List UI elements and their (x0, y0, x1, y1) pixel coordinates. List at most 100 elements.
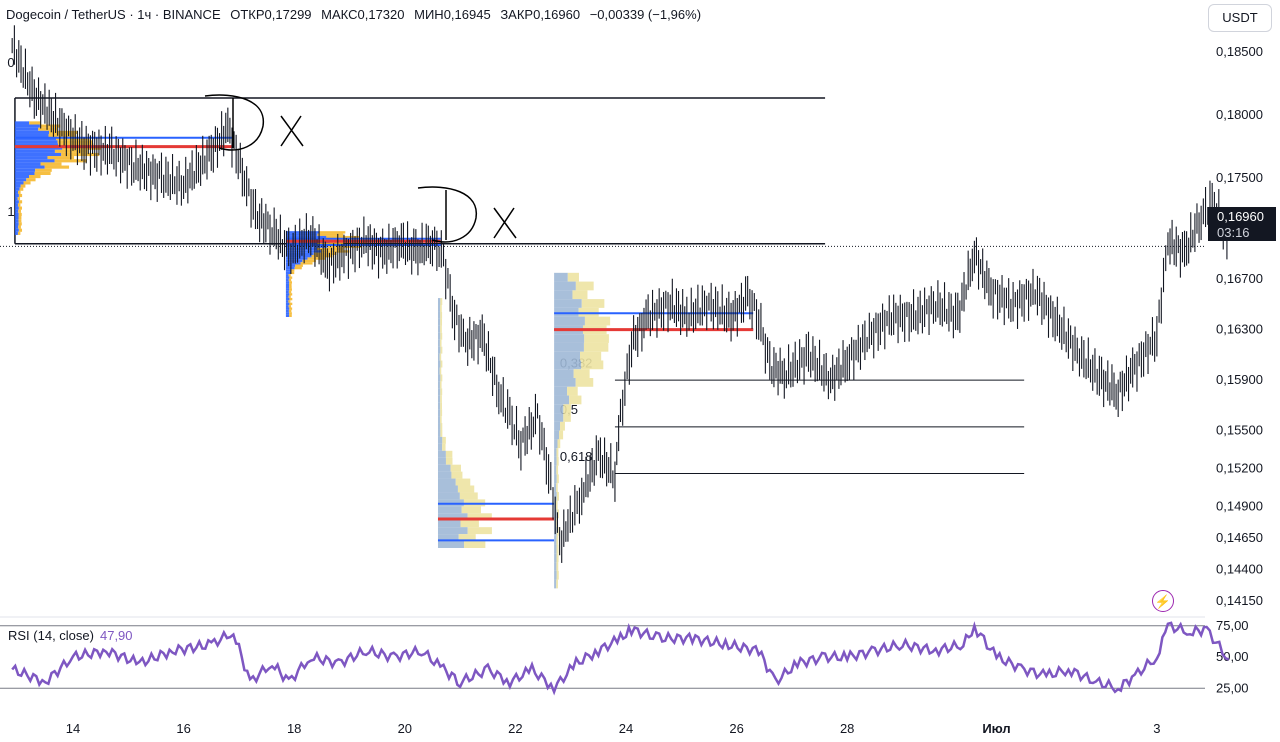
fib-label: 0 (7, 55, 14, 70)
profile-bar (584, 334, 609, 343)
profile-bar (437, 332, 441, 340)
y-tick-label: 0,18000 (1216, 107, 1263, 122)
profile-bar (18, 190, 21, 194)
profile-bar (285, 290, 289, 294)
x-tick-label: 3 (1153, 721, 1160, 736)
profile-bar (554, 570, 557, 580)
y-tick-label: 0,15200 (1216, 460, 1263, 475)
profile-bar (20, 184, 26, 188)
profile-bar (437, 339, 440, 347)
profile-bar (18, 193, 23, 198)
profile-bar (17, 197, 21, 201)
profile-bar (34, 171, 51, 175)
profile-bar (440, 395, 442, 403)
low-value: МИН0,16945 (414, 7, 491, 22)
profile-bar (18, 200, 23, 204)
profile-bar (14, 178, 27, 182)
profile-bar (14, 130, 50, 134)
profile-bar (289, 288, 292, 291)
profile-bar (285, 281, 290, 284)
profile-bar (318, 231, 346, 234)
profile-bar (556, 544, 559, 554)
profile-bar (554, 430, 560, 440)
profile-bar (569, 395, 582, 405)
profile-bar (14, 222, 19, 226)
profile-bar (440, 332, 443, 340)
profile-bar (294, 266, 302, 270)
currency-button[interactable]: USDT (1208, 4, 1272, 32)
profile-bar (440, 311, 443, 319)
lightning-icon[interactable]: ⚡ (1152, 590, 1174, 612)
profile-bar (14, 212, 19, 217)
profile-bar (455, 478, 471, 486)
profile-bar (285, 309, 289, 313)
y-tick-label: 0,14900 (1216, 498, 1263, 513)
profile-bar (18, 222, 22, 226)
profile-bar (554, 386, 568, 396)
profile-bar (14, 162, 41, 166)
profile-bar (554, 378, 576, 387)
profile-bar (18, 206, 23, 210)
profile-bar (285, 305, 289, 308)
profile-bar (554, 316, 585, 326)
profile-bar (437, 520, 461, 528)
profile-bar (442, 436, 446, 444)
profile-bar (437, 318, 441, 326)
profile-bar (437, 457, 446, 465)
profile-bar (567, 386, 578, 396)
profile-bar (285, 293, 290, 296)
profile-bar (14, 203, 18, 207)
profile-bar (14, 121, 30, 125)
profile-bar (554, 448, 557, 457)
profile-bar (581, 299, 605, 308)
profile-bar (285, 307, 290, 310)
profile-bar (450, 464, 461, 472)
profile-bar (581, 360, 604, 370)
profile-bar (440, 374, 443, 382)
profile-bar (289, 283, 292, 287)
profile-bar (437, 541, 465, 548)
profile-bar (285, 314, 290, 317)
profile-bar (554, 439, 558, 449)
profile-bar (457, 485, 475, 493)
profile-bar (437, 395, 441, 403)
profile-bar (437, 492, 460, 500)
profile-bar (437, 506, 462, 514)
chart-canvas[interactable]: 0,185000,180000,175000,171000,167000,163… (0, 0, 1280, 742)
profile-bar (554, 290, 573, 300)
profile-bar (285, 288, 290, 291)
profile-bar (295, 264, 303, 267)
profile-bar (26, 178, 36, 182)
profile-bar (288, 274, 291, 277)
profile-bar (554, 413, 564, 422)
profile-bar (44, 165, 70, 169)
profile-bar (554, 272, 568, 282)
profile-bar (14, 159, 55, 163)
profile-bar (14, 181, 24, 185)
profile-bar (554, 535, 557, 545)
y-tick-label: 0,14650 (1216, 530, 1263, 545)
profile-bar (14, 216, 19, 220)
profile-bar (288, 300, 291, 303)
profile-bar (559, 430, 564, 440)
profile-bar (440, 388, 443, 396)
y-tick-label: 0,14150 (1216, 593, 1263, 608)
rsi-legend: RSI (14, close) 47,90 (8, 628, 133, 643)
profile-bar (467, 527, 492, 535)
profile-bar (437, 416, 441, 424)
profile-bar (437, 464, 451, 472)
profile-bar (14, 124, 40, 128)
rsi-name: RSI (14, close) (8, 628, 94, 643)
profile-bar (14, 197, 18, 201)
profile-bar (289, 293, 293, 296)
profile-bar (307, 257, 326, 260)
profile-bar (439, 353, 442, 361)
profile-bar (289, 281, 292, 284)
profile-bar (556, 579, 558, 589)
profile-bar (18, 228, 23, 232)
profile-bar (14, 187, 20, 191)
profile-bar (440, 325, 442, 333)
y-tick-label: 0,16300 (1216, 322, 1263, 337)
profile-bar (563, 404, 571, 414)
profile-bar (554, 342, 584, 352)
